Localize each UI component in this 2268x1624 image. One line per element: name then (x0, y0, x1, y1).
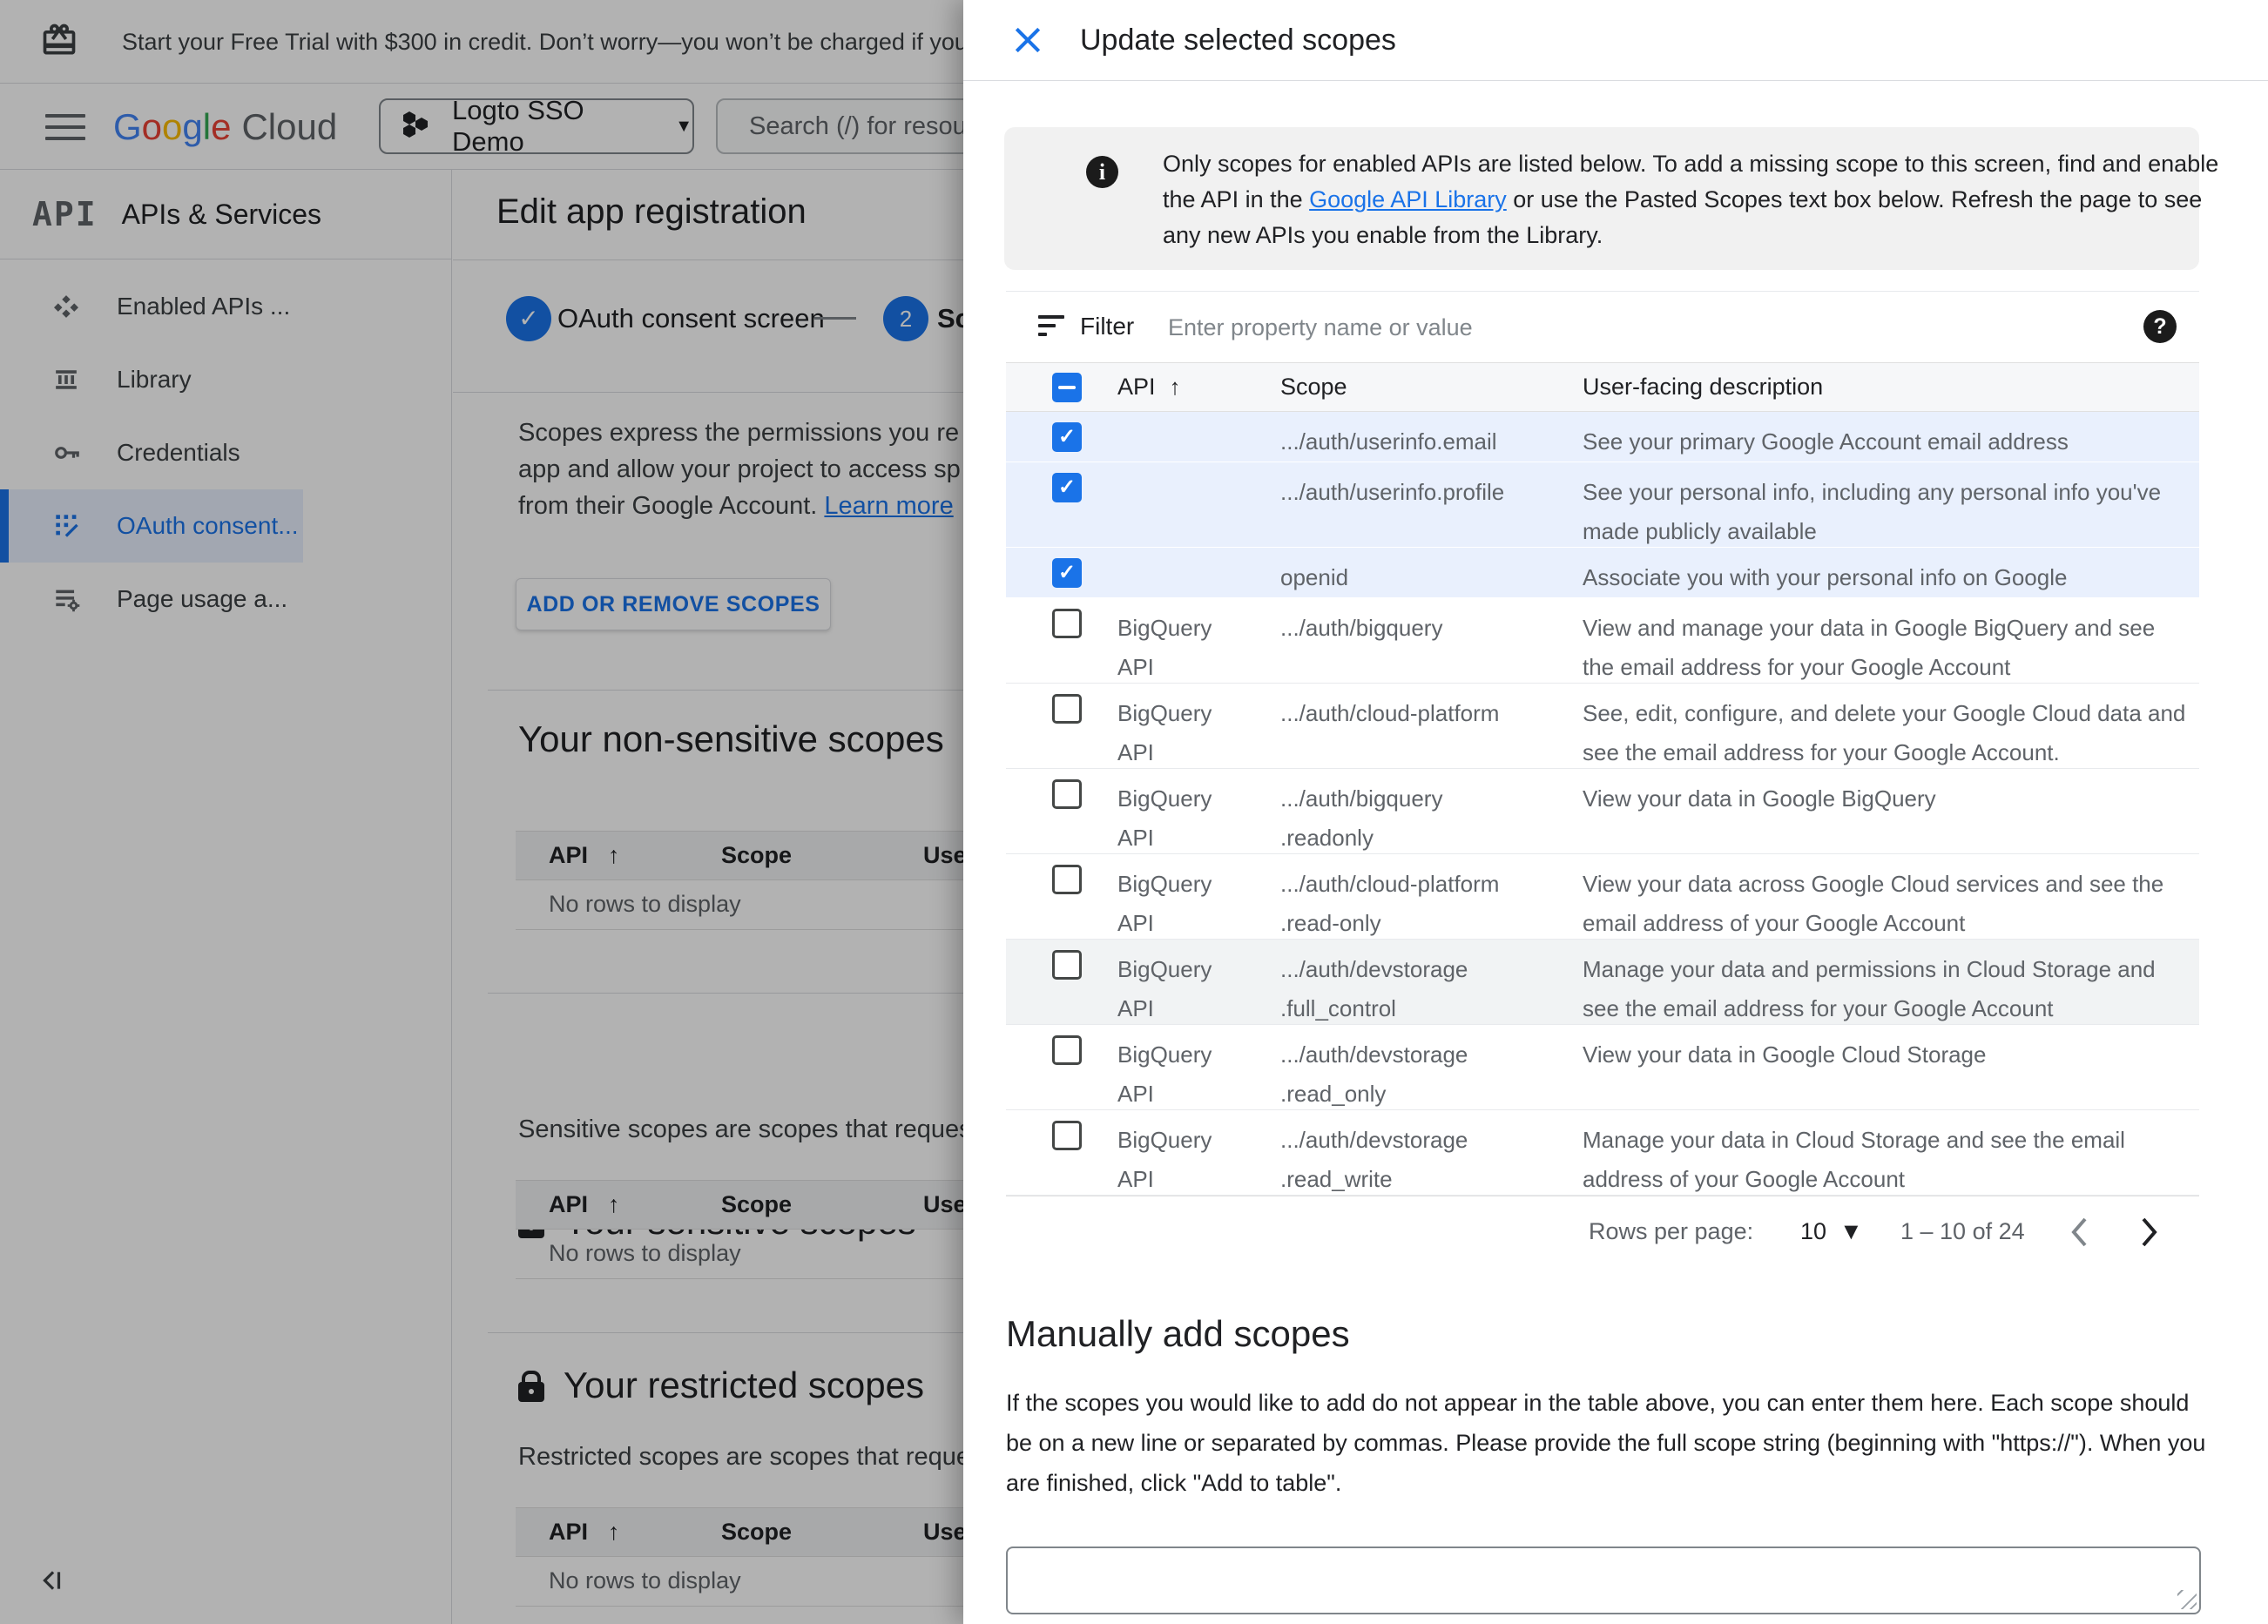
scope-cell: .../auth/cloud-platform (1280, 700, 1500, 726)
update-scopes-panel: Update selected scopes i Only scopes for… (963, 0, 2268, 1624)
manual-add-scopes-title: Manually add scopes (1006, 1313, 1350, 1354)
scope-cell: openid (1280, 564, 1349, 590)
rows-per-page-label: Rows per page: (1589, 1218, 1754, 1244)
help-icon[interactable]: ? (2143, 310, 2177, 343)
scope-cell: .../auth/bigquery (1280, 615, 1443, 641)
scope-cell: .../auth/userinfo.profile (1280, 479, 1505, 505)
pagination-bar: Rows per page: 10 ▼ 1 – 10 of 24 (1006, 1196, 2199, 1267)
next-page-icon[interactable] (2132, 1214, 2167, 1252)
rows-per-page-select[interactable]: 10 (1800, 1196, 1826, 1266)
description-cell: Associate you with your personal info on… (1583, 564, 2068, 590)
description-cell: Manage your data in Cloud Storage and se… (1583, 1127, 2125, 1192)
api-cell: BigQuery API (1117, 1041, 1212, 1107)
scope-cell: .../auth/cloud-platform .read-only (1280, 871, 1500, 936)
api-cell: BigQuery API (1117, 1127, 1212, 1192)
filter-label: Filter (1080, 313, 1135, 340)
scope-row[interactable]: ✓ .../auth/userinfo.profile See your perso… (1006, 462, 2199, 548)
scope-row[interactable]: BigQuery API .../auth/devstorage .read_wri… (1006, 1110, 2199, 1196)
scope-cell: .../auth/bigquery .readonly (1280, 785, 1443, 851)
google-api-library-link[interactable]: Google API Library (1309, 186, 1507, 212)
scope-row[interactable]: BigQuery API .../auth/cloud-platform .read… (1006, 854, 2199, 940)
dropdown-caret-icon[interactable]: ▼ (1839, 1196, 1863, 1266)
scope-row[interactable]: BigQuery API .../auth/devstorage .full_con… (1006, 940, 2199, 1025)
close-icon[interactable] (1009, 23, 1046, 59)
api-cell: BigQuery API (1117, 956, 1212, 1021)
filter-input[interactable] (1168, 304, 1952, 351)
description-cell: See your primary Google Account email ad… (1583, 428, 2069, 455)
manual-scopes-textarea[interactable] (1006, 1547, 2201, 1614)
api-cell: BigQuery API (1117, 871, 1212, 936)
manual-add-scopes-description: If the scopes you would like to add do n… (1006, 1390, 2206, 1496)
scope-cell: .../auth/devstorage .read_only (1280, 1041, 1468, 1107)
unchecked-checkbox[interactable] (1052, 1121, 1082, 1150)
unchecked-checkbox[interactable] (1052, 609, 1082, 638)
scope-row[interactable]: BigQuery API .../auth/bigquery .readonly Vi… (1006, 769, 2199, 854)
api-cell: BigQuery API (1117, 615, 1212, 680)
scope-row[interactable]: BigQuery API .../auth/devstorage .read_onl… (1006, 1025, 2199, 1110)
description-cell: See your personal info, including any pe… (1583, 479, 2162, 544)
unchecked-checkbox[interactable] (1052, 779, 1082, 809)
info-banner: i Only scopes for enabled APIs are liste… (1004, 127, 2218, 270)
unchecked-checkbox[interactable] (1052, 950, 1082, 980)
scope-row[interactable]: ✓ openid Associate you with your personal … (1006, 548, 2199, 598)
scopes-table-body: ✓ .../auth/userinfo.email See your primary… (1006, 412, 2199, 1196)
api-cell: BigQuery API (1117, 785, 1212, 851)
unchecked-checkbox[interactable] (1052, 865, 1082, 894)
scope-row[interactable]: BigQuery API .../auth/cloud-platform See, … (1006, 684, 2199, 769)
scopes-table: Filter ? API↑ Scope User-facing descript… (1006, 291, 2199, 1267)
description-cell: See, edit, configure, and delete your Go… (1583, 700, 2186, 765)
checked-checkbox[interactable]: ✓ (1052, 473, 1082, 502)
unchecked-checkbox[interactable] (1052, 694, 1082, 724)
filter-bar: Filter ? (1006, 291, 2199, 362)
panel-title: Update selected scopes (1080, 24, 1396, 57)
column-header-description[interactable]: User-facing description (1583, 363, 1823, 411)
description-cell: View your data across Google Cloud servi… (1583, 871, 2164, 936)
select-all-checkbox[interactable] (1052, 373, 1082, 402)
scope-cell: .../auth/userinfo.email (1280, 428, 1497, 455)
column-header-api[interactable]: API ↑ (1117, 363, 1181, 411)
info-icon: i (1086, 156, 1118, 188)
description-cell: View and manage your data in Google BigQ… (1583, 615, 2156, 680)
description-cell: Manage your data and permissions in Clou… (1583, 956, 2156, 1021)
description-cell: View your data in Google Cloud Storage (1583, 1041, 1987, 1068)
api-cell: BigQuery API (1117, 700, 1212, 765)
scope-row[interactable]: ✓ .../auth/userinfo.email See your primary… (1006, 412, 2199, 462)
scope-cell: .../auth/devstorage .read_write (1280, 1127, 1468, 1192)
description-cell: View your data in Google BigQuery (1583, 785, 1936, 812)
column-header-scope[interactable]: Scope (1280, 363, 1347, 411)
scope-row[interactable]: BigQuery API .../auth/bigquery View and ma… (1006, 598, 2199, 684)
panel-header: Update selected scopes (963, 0, 2268, 81)
checked-checkbox[interactable]: ✓ (1052, 558, 1082, 588)
prev-page-icon[interactable] (2062, 1214, 2096, 1252)
checked-checkbox[interactable]: ✓ (1052, 422, 1082, 452)
sort-ascending-icon: ↑ (1169, 374, 1181, 400)
filter-icon (1038, 315, 1064, 341)
scope-cell: .../auth/devstorage .full_control (1280, 956, 1468, 1021)
unchecked-checkbox[interactable] (1052, 1035, 1082, 1065)
pagination-range: 1 – 10 of 24 (1900, 1218, 2025, 1244)
info-text: Only scopes for enabled APIs are listed … (1163, 151, 2219, 248)
scopes-table-header: API ↑ Scope User-facing description (1006, 362, 2199, 412)
